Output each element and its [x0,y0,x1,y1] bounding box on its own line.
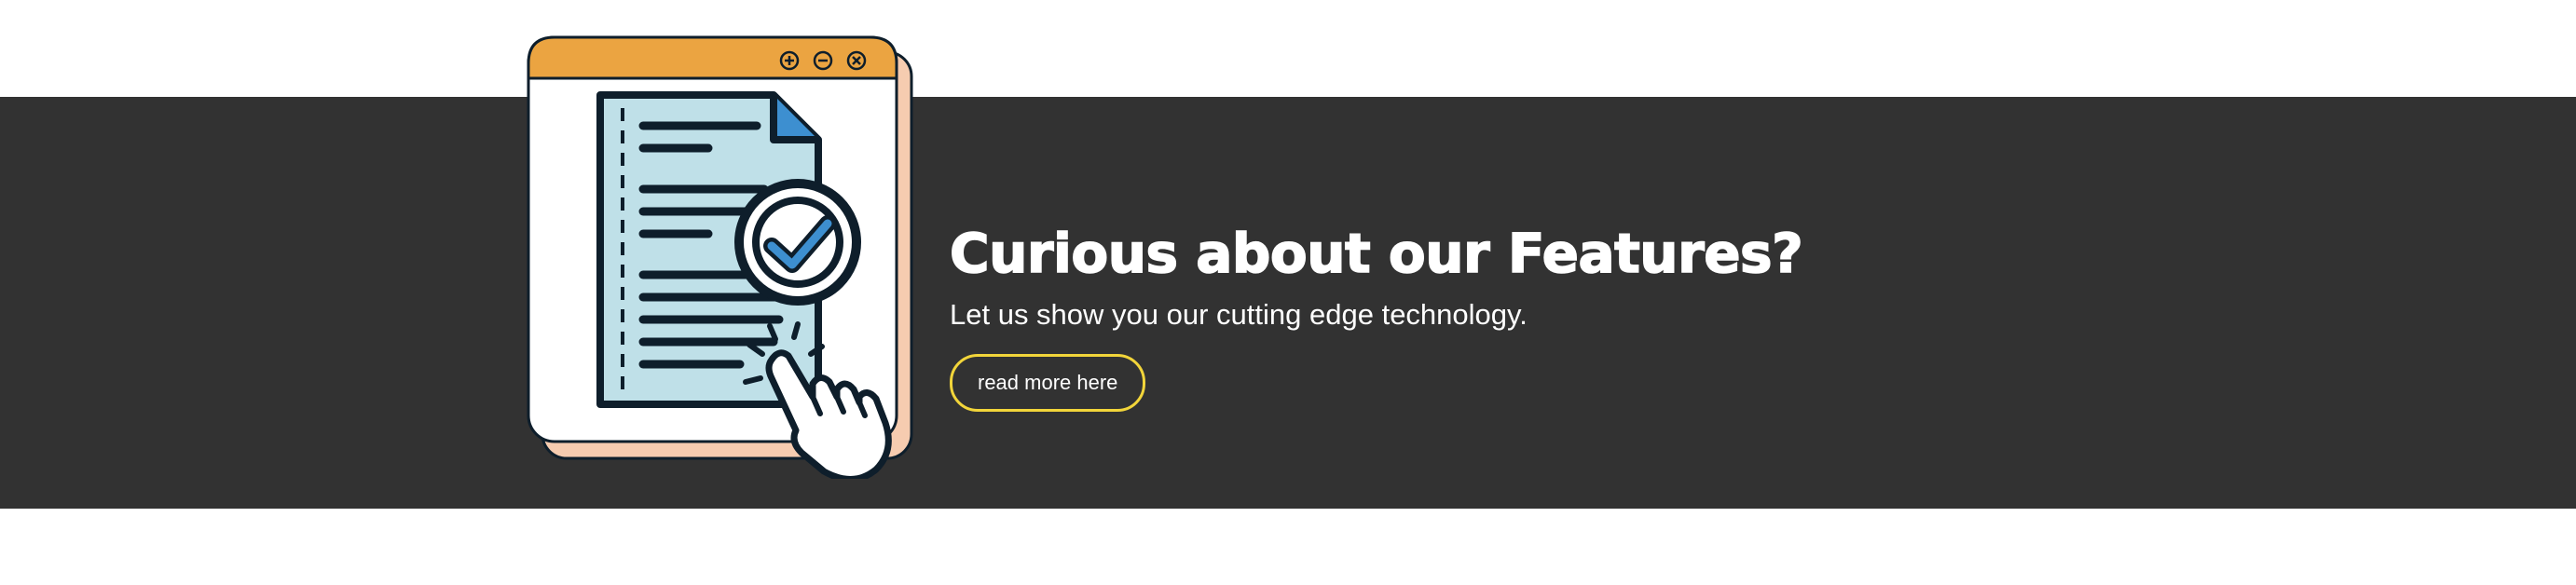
banner-copy: Curious about our Features? Let us show … [949,220,2161,412]
window-titlebar [527,35,898,80]
banner-subtitle: Let us show you our cutting edge technol… [950,298,1528,331]
read-more-button[interactable]: read more here [950,354,1146,412]
page: Curious about our Features? Let us show … [0,0,2576,585]
banner-title: Curious about our Features? [949,221,1803,286]
feature-illustration [522,32,923,479]
check-badge-icon [734,179,861,306]
illustration-svg [527,35,913,479]
